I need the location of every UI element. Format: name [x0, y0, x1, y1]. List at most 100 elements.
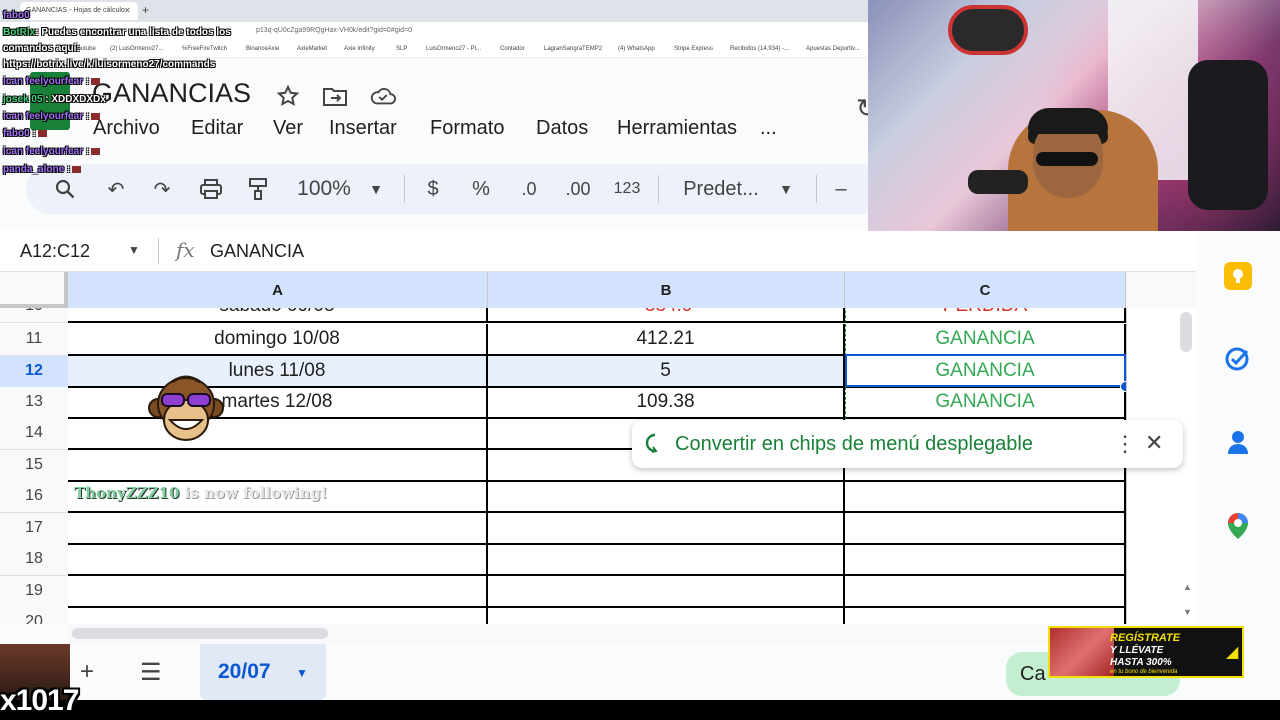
cell-a17[interactable] — [68, 513, 488, 545]
row-header[interactable]: 12 — [0, 356, 68, 388]
cell-b20[interactable] — [488, 607, 845, 624]
currency-format-button[interactable]: $ — [422, 164, 444, 214]
bookmark-item[interactable]: SLP — [396, 46, 407, 52]
cell-a20[interactable] — [68, 607, 488, 624]
column-header-empty — [1126, 272, 1196, 308]
bookmark-item[interactable]: LuisOrmeno27 - Pl... — [426, 46, 481, 52]
select-all-corner[interactable] — [0, 272, 68, 308]
cell-a14[interactable] — [68, 418, 488, 450]
cloud-saved-icon[interactable] — [370, 84, 396, 108]
row-header[interactable]: 20 — [0, 607, 68, 624]
font-select[interactable]: Predet... — [678, 164, 764, 214]
close-icon[interactable]: ✕ — [1145, 430, 1163, 456]
contacts-icon[interactable] — [1224, 428, 1252, 456]
chat-username: fabo0 — [3, 128, 30, 139]
cell-a12[interactable]: lunes 11/08 — [68, 356, 488, 388]
cell-a11[interactable]: domingo 10/08 — [68, 324, 488, 356]
cell-c19[interactable] — [845, 576, 1126, 608]
arrow-icon: ◢ — [1226, 644, 1239, 661]
cell-c11[interactable]: GANANCIA — [845, 324, 1126, 356]
cell-c18[interactable] — [845, 544, 1126, 576]
row-header[interactable]: 13 — [0, 387, 68, 419]
more-formats-button[interactable]: 123 — [610, 164, 644, 214]
name-box[interactable]: A12:C12 — [20, 241, 90, 262]
scroll-up-icon[interactable]: ▲ — [1183, 582, 1192, 592]
row-header[interactable]: 18 — [0, 544, 68, 576]
decrease-decimal-button[interactable]: .0 — [514, 164, 544, 214]
percent-format-button[interactable]: % — [470, 164, 492, 214]
column-header-b[interactable]: B — [488, 272, 845, 308]
bookmark-item[interactable]: Stripe Express — [674, 46, 713, 52]
formula-input[interactable]: GANANCIA — [210, 241, 304, 262]
cell-c13[interactable]: GANANCIA — [845, 387, 1126, 419]
cell-b13[interactable]: 109.38 — [488, 387, 845, 419]
tasks-icon[interactable] — [1224, 344, 1252, 372]
webcam-overlay — [868, 0, 1280, 231]
cell-b12[interactable]: 5 — [488, 356, 845, 388]
cell-b17[interactable] — [488, 513, 845, 545]
cell-c20[interactable] — [845, 607, 1126, 624]
chat-username: ican feelyourfear — [3, 111, 84, 122]
promo-line: Y LLÉVATE — [1110, 645, 1164, 656]
convert-dropdown-chips-button[interactable]: Convertir en chips de menú desplegable — [675, 433, 1033, 456]
promo-line: HASTA 300% — [1110, 657, 1172, 668]
cell-a13[interactable]: martes 12/08 — [68, 387, 488, 419]
bookmark-item[interactable]: LagranSangraTEMP2 — [544, 46, 602, 52]
cell-a15[interactable] — [68, 450, 488, 482]
scroll-down-icon[interactable]: ▼ — [1183, 607, 1192, 617]
increase-decimal-button[interactable]: .00 — [560, 164, 596, 214]
decrease-font-size-button[interactable]: – — [830, 164, 852, 214]
toolbar-divider — [816, 175, 817, 203]
cell-c17[interactable] — [845, 513, 1126, 545]
cell-b19[interactable] — [488, 576, 845, 608]
bookmark-item[interactable]: Axie Infinity — [344, 46, 375, 52]
zoom-select[interactable]: 100% — [294, 164, 354, 214]
move-folder-icon[interactable] — [322, 84, 348, 108]
cell-a18[interactable] — [68, 544, 488, 576]
sheet-tab-active[interactable]: 20/07 ▼ — [200, 644, 326, 700]
chevron-down-icon[interactable]: ▼ — [296, 666, 308, 680]
fx-icon: fx — [176, 238, 195, 262]
bookmark-item[interactable]: (4) WhatsApp — [618, 46, 655, 52]
cell-b18[interactable] — [488, 544, 845, 576]
cell-c16[interactable] — [845, 481, 1126, 513]
vertical-scrollbar[interactable] — [1180, 312, 1192, 352]
bookmark-item[interactable]: Contador — [500, 46, 525, 52]
bookmark-item[interactable]: AxieMarket — [297, 46, 327, 52]
column-header-a[interactable]: A — [68, 272, 488, 308]
row-header[interactable]: 19 — [0, 576, 68, 608]
row-header[interactable]: 17 — [0, 513, 68, 545]
row-header[interactable]: 14 — [0, 418, 68, 450]
chat-message: panda_alone : — [3, 164, 82, 175]
smart-chip-icon — [644, 432, 660, 460]
row-header[interactable]: 11 — [0, 324, 68, 356]
row-header[interactable]: 15 — [0, 450, 68, 482]
row-header[interactable]: 16 — [0, 481, 68, 513]
chevron-down-icon[interactable]: ▼ — [368, 164, 384, 214]
chat-text: : XDDXDXDx — [45, 94, 106, 105]
more-options-icon[interactable]: ⋮ — [1114, 431, 1136, 457]
keep-icon[interactable] — [1224, 262, 1252, 290]
menu-formato[interactable]: Formato — [430, 117, 504, 140]
add-sheet-button[interactable]: + — [80, 658, 94, 686]
cell-b11[interactable]: 412.21 — [488, 324, 845, 356]
horizontal-scrollbar[interactable] — [68, 624, 1196, 644]
column-header-c[interactable]: C — [845, 272, 1126, 308]
maps-icon[interactable] — [1224, 512, 1252, 540]
bookmark-item[interactable]: Recibidos (14,934) -... — [730, 46, 789, 52]
chevron-down-icon[interactable]: ▼ — [128, 243, 140, 257]
all-sheets-icon[interactable]: ☰ — [140, 658, 162, 687]
menu-more[interactable]: ... — [760, 117, 777, 140]
menu-herramientas[interactable]: Herramientas — [617, 117, 737, 140]
formula-divider — [158, 238, 159, 264]
chevron-down-icon[interactable]: ▼ — [778, 164, 794, 214]
emote-icon — [91, 147, 101, 155]
menu-datos[interactable]: Datos — [536, 117, 588, 140]
cell-a19[interactable] — [68, 576, 488, 608]
horizontal-scrollbar-thumb[interactable] — [72, 628, 328, 639]
bookmark-item[interactable]: Apuestas Deportiv... — [806, 46, 860, 52]
cell-b16[interactable] — [488, 481, 845, 513]
promo-caption: en tu bono de bienvenida — [1110, 669, 1178, 675]
viewer-count: x1017 — [0, 684, 79, 717]
menu-insertar[interactable]: Insertar — [329, 117, 397, 140]
